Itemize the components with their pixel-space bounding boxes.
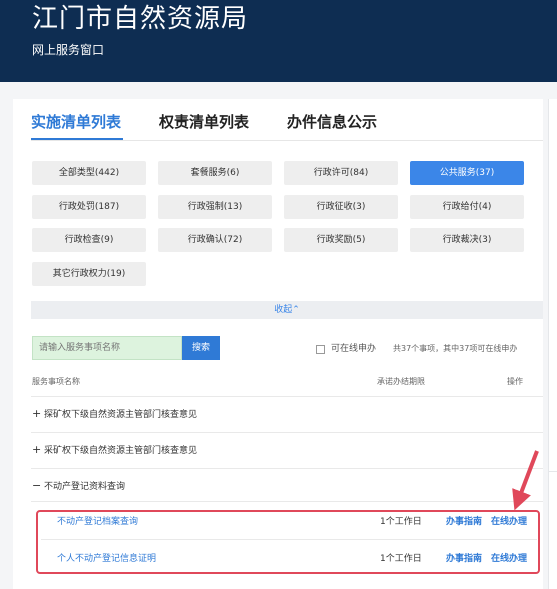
right-sidebar-edge	[548, 99, 557, 589]
annotation-arrow-icon	[512, 450, 539, 511]
main-panel: 实施清单列表 权责清单列表 办件信息公示 全部类型(442) 套餐服务(6) 行…	[13, 99, 543, 589]
sidebar-divider	[549, 471, 557, 472]
site-title: 江门市自然资源局	[32, 4, 249, 34]
site-header: 江门市自然资源局 网上服务窗口	[0, 0, 557, 82]
site-subtitle: 网上服务窗口	[32, 43, 105, 57]
